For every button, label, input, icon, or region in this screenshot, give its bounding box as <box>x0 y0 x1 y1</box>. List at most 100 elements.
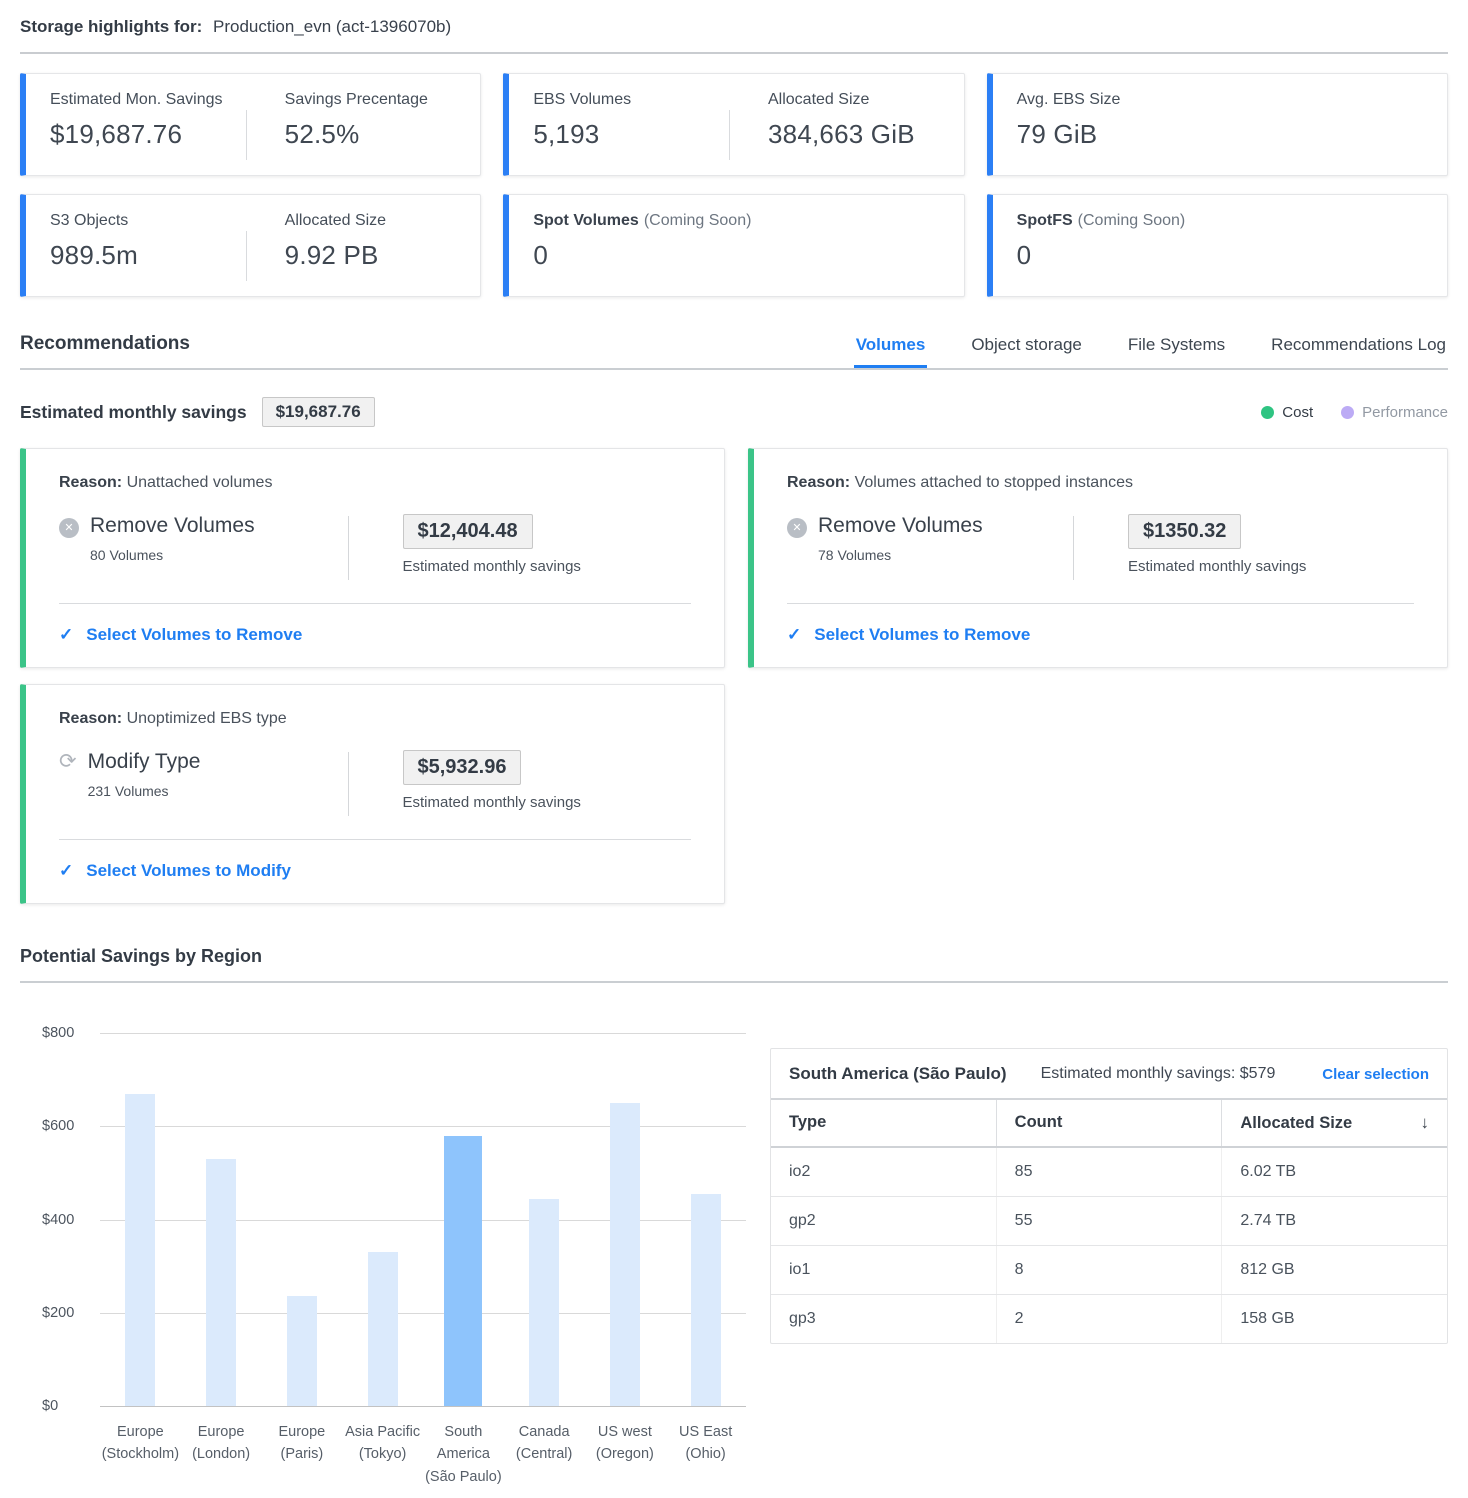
bar[interactable] <box>125 1094 155 1406</box>
reco-savings: $5,932.96 Estimated monthly savings <box>349 750 692 811</box>
column-allocated-size[interactable]: Allocated Size ↓ <box>1221 1100 1447 1146</box>
savings-amount: $5,932.96 <box>403 750 522 785</box>
action-count: 80 Volumes <box>90 547 255 563</box>
table-row[interactable]: gp3 2 158 GB <box>771 1295 1447 1343</box>
cell-count: 85 <box>996 1148 1222 1196</box>
cost-dot-icon <box>1261 406 1274 419</box>
cell-type: io2 <box>771 1148 996 1196</box>
reco-action: ⟳ Modify Type 231 Volumes <box>59 750 348 799</box>
clear-selection-link[interactable]: Clear selection <box>1322 1066 1429 1083</box>
check-icon: ✓ <box>59 625 73 645</box>
card-divider <box>787 603 1414 604</box>
table-row[interactable]: io1 8 812 GB <box>771 1246 1447 1295</box>
column-count[interactable]: Count <box>996 1100 1222 1146</box>
cta-label: Select Volumes to Remove <box>814 625 1030 645</box>
recommendations-tabs: Volumes Object storage File Systems Reco… <box>854 335 1448 368</box>
recommendations-header: Recommendations Volumes Object storage F… <box>20 333 1448 368</box>
select-volumes-to-remove-link[interactable]: ✓ Select Volumes to Remove <box>787 625 1414 645</box>
cta-label: Select Volumes to Modify <box>86 861 291 881</box>
cell-allocated-size: 6.02 TB <box>1221 1148 1447 1196</box>
tab-file-systems[interactable]: File Systems <box>1126 335 1227 368</box>
x-axis-label: Europe(London) <box>181 1421 262 1488</box>
bar[interactable] <box>529 1199 559 1406</box>
column-type[interactable]: Type <box>771 1100 996 1146</box>
region-bar-chart-bars <box>100 1033 746 1406</box>
card-s3-objects: S3 Objects 989.5m Allocated Size 9.92 PB <box>20 194 481 297</box>
cell-count: 8 <box>996 1246 1222 1294</box>
cell-count: 2 <box>996 1295 1222 1343</box>
bar-column[interactable] <box>262 1033 343 1406</box>
modify-type-icon: ⟳ <box>59 750 77 799</box>
selected-region-name: South America (São Paulo) <box>789 1064 1007 1084</box>
cell-allocated-size: 812 GB <box>1221 1246 1447 1294</box>
bar-column[interactable] <box>585 1033 666 1406</box>
bar[interactable] <box>691 1194 721 1406</box>
stat-ebs-volumes: EBS Volumes 5,193 <box>509 74 729 175</box>
savings-summary: Estimated monthly savings $19,687.76 <box>20 397 375 427</box>
bar[interactable] <box>206 1159 236 1406</box>
savings-amount: $12,404.48 <box>403 514 533 549</box>
legend-cost: Cost <box>1261 404 1313 421</box>
account-name: Production_evn (act-1396070b) <box>213 17 451 36</box>
reco-card-unattached-volumes: Reason: Unattached volumes ✕ Remove Volu… <box>20 448 725 668</box>
bar-column[interactable] <box>342 1033 423 1406</box>
card-ebs-volumes: EBS Volumes 5,193 Allocated Size 384,663… <box>503 73 964 176</box>
x-axis-label: Canada(Central) <box>504 1421 585 1488</box>
tab-volumes[interactable]: Volumes <box>854 335 928 368</box>
stat-estimated-mon-savings: Estimated Mon. Savings $19,687.76 <box>26 74 246 175</box>
stat-spot-volumes: Spot Volumes(Coming Soon) 0 <box>509 195 963 296</box>
region-section-title: Potential Savings by Region <box>20 946 1448 967</box>
stat-spotfs: SpotFS(Coming Soon) 0 <box>993 195 1447 296</box>
savings-summary-value: $19,687.76 <box>262 397 375 427</box>
stat-label: Savings Precentage <box>285 91 481 109</box>
stat-label-name: Spot Volumes <box>533 212 639 229</box>
performance-dot-icon <box>1341 406 1354 419</box>
table-column-headers: Type Count Allocated Size ↓ <box>771 1100 1447 1148</box>
select-volumes-to-remove-link[interactable]: ✓ Select Volumes to Remove <box>59 625 691 645</box>
cell-allocated-size: 2.74 TB <box>1221 1197 1447 1245</box>
stat-savings-percentage: Savings Precentage 52.5% <box>247 74 481 175</box>
savings-summary-label: Estimated monthly savings <box>20 402 247 423</box>
reason-line: Reason: Unoptimized EBS type <box>59 710 691 728</box>
check-icon: ✓ <box>59 861 73 881</box>
column-label: Allocated Size <box>1240 1114 1352 1133</box>
bar[interactable] <box>368 1252 398 1406</box>
y-axis-tick: $800 <box>42 1025 74 1041</box>
region-table-header: South America (São Paulo) Estimated mont… <box>771 1049 1447 1100</box>
bar[interactable] <box>610 1103 640 1406</box>
x-axis-label: US East(Ohio) <box>665 1421 746 1488</box>
action-title: Remove Volumes <box>818 514 983 538</box>
sort-desc-icon[interactable]: ↓ <box>1421 1113 1430 1133</box>
bar-column[interactable] <box>181 1033 262 1406</box>
bar-column[interactable] <box>504 1033 585 1406</box>
reason-label: Reason: <box>59 474 122 491</box>
card-divider <box>59 839 691 840</box>
card-divider <box>59 603 691 604</box>
select-volumes-to-modify-link[interactable]: ✓ Select Volumes to Modify <box>59 861 691 881</box>
bar[interactable] <box>287 1296 317 1406</box>
stat-ebs-allocated-size: Allocated Size 384,663 GiB <box>730 74 964 175</box>
x-axis-label: Asia Pacific(Tokyo) <box>342 1421 423 1488</box>
card-spot-volumes: Spot Volumes(Coming Soon) 0 <box>503 194 964 297</box>
stat-avg-ebs-size: Avg. EBS Size 79 GiB <box>993 74 1447 175</box>
bar-column[interactable] <box>665 1033 746 1406</box>
cell-type: gp3 <box>771 1295 996 1343</box>
table-row[interactable]: io2 85 6.02 TB <box>771 1148 1447 1197</box>
table-row[interactable]: gp2 55 2.74 TB <box>771 1197 1447 1246</box>
reason-text: Unattached volumes <box>127 474 273 491</box>
region-bar-chart: $800 $600 $400 $200 $0 Europe(Stockholm)… <box>20 1033 746 1488</box>
stat-value: 79 GiB <box>1017 119 1447 150</box>
bar-selected[interactable] <box>444 1136 482 1406</box>
bar-column[interactable] <box>100 1033 181 1406</box>
tab-object-storage[interactable]: Object storage <box>969 335 1084 368</box>
tab-recommendations-log[interactable]: Recommendations Log <box>1269 335 1448 368</box>
stat-value: 0 <box>1017 240 1447 271</box>
savings-caption: Estimated monthly savings <box>403 558 692 575</box>
reco-action-text: Remove Volumes 78 Volumes <box>818 514 983 563</box>
reco-card-stopped-instances: Reason: Volumes attached to stopped inst… <box>748 448 1448 668</box>
stat-label-name: SpotFS <box>1017 212 1073 229</box>
reason-line: Reason: Volumes attached to stopped inst… <box>787 474 1414 492</box>
bar-column[interactable] <box>423 1033 504 1406</box>
action-count: 78 Volumes <box>818 547 983 563</box>
region-bar-chart-plot: $800 $600 $400 $200 $0 <box>20 1033 746 1406</box>
